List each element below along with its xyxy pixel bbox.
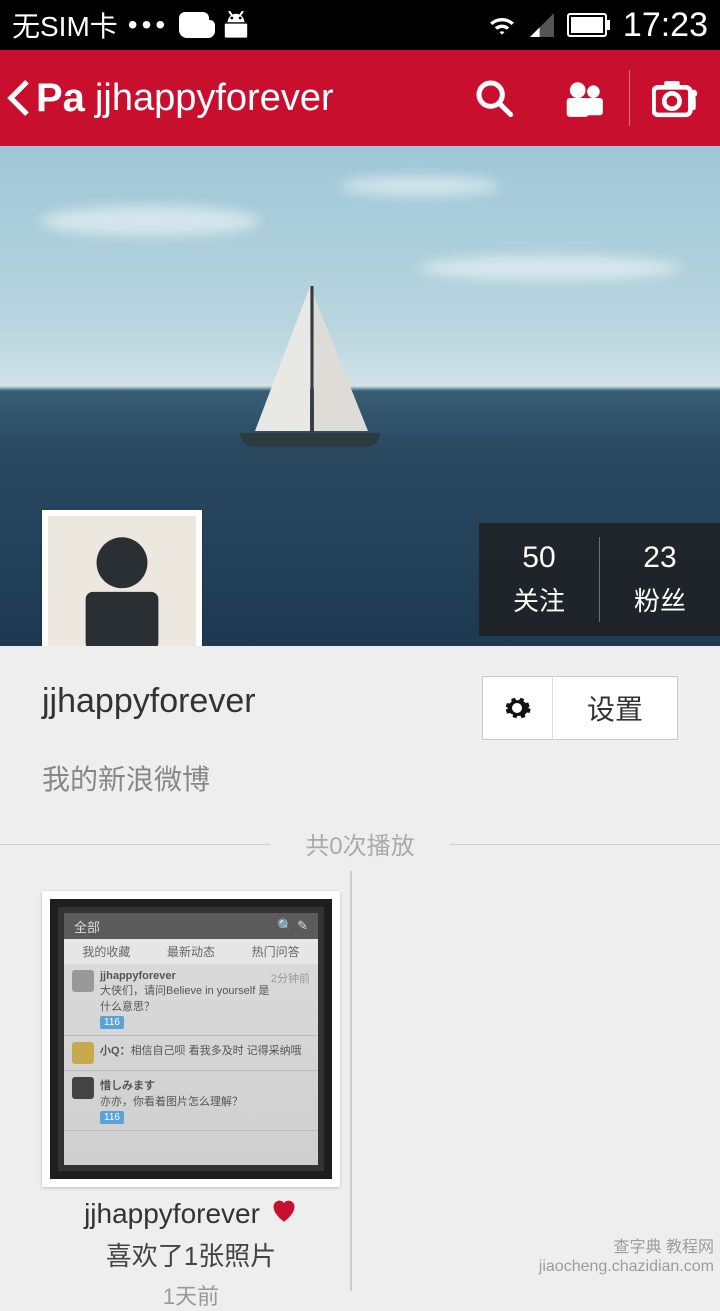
post-action: 喜欢了1张照片 xyxy=(42,1236,340,1273)
signal-icon xyxy=(529,13,555,37)
timeline: 全部 🔍 ✎ 我的收藏 最新动态 热门问答 j xyxy=(0,861,720,1291)
heart-icon xyxy=(270,1197,298,1230)
post-time: 1天前 xyxy=(42,1279,340,1311)
back-button[interactable] xyxy=(0,50,36,146)
settings-label: 设置 xyxy=(553,688,677,728)
stats-overlay: 50 关注 23 粉丝 xyxy=(479,523,720,636)
sailboat-graphic xyxy=(250,286,380,446)
timeline-line xyxy=(350,871,352,1291)
fans-count: 23 xyxy=(634,541,686,575)
wechat-icon xyxy=(179,12,209,38)
sim-status: 无SIM卡 xyxy=(12,5,118,45)
settings-button[interactable]: 设置 xyxy=(482,676,678,740)
battery-icon xyxy=(567,13,611,37)
watermark: 查字典 教程网 jiaocheng.chazidian.com xyxy=(539,1238,714,1276)
gear-icon xyxy=(483,677,553,739)
status-bar: 无SIM卡 ••• 17:23 xyxy=(0,0,720,50)
dots-icon: ••• xyxy=(128,9,169,41)
following-stat[interactable]: 50 关注 xyxy=(479,537,599,622)
page-title: jjhappyforever xyxy=(95,77,354,120)
friends-button[interactable] xyxy=(539,50,629,146)
play-count-divider: 共0次播放 xyxy=(0,826,720,861)
post-thumbnail[interactable]: 全部 🔍 ✎ 我的收藏 最新动态 热门问答 j xyxy=(42,891,340,1187)
username: jjhappyforever xyxy=(42,682,256,721)
search-button[interactable] xyxy=(449,50,539,146)
post-author: jjhappyforever xyxy=(84,1198,260,1230)
following-label: 关注 xyxy=(513,581,565,618)
android-icon xyxy=(219,11,253,39)
bio: 我的新浪微博 xyxy=(0,740,720,822)
fans-stat[interactable]: 23 粉丝 xyxy=(599,537,720,622)
fans-label: 粉丝 xyxy=(634,581,686,618)
wifi-icon xyxy=(487,13,517,37)
clock: 17:23 xyxy=(623,6,708,45)
camera-button[interactable] xyxy=(630,50,720,146)
app-logo: Pa xyxy=(36,76,95,121)
app-bar: Pa jjhappyforever xyxy=(0,50,720,146)
following-count: 50 xyxy=(513,541,565,575)
